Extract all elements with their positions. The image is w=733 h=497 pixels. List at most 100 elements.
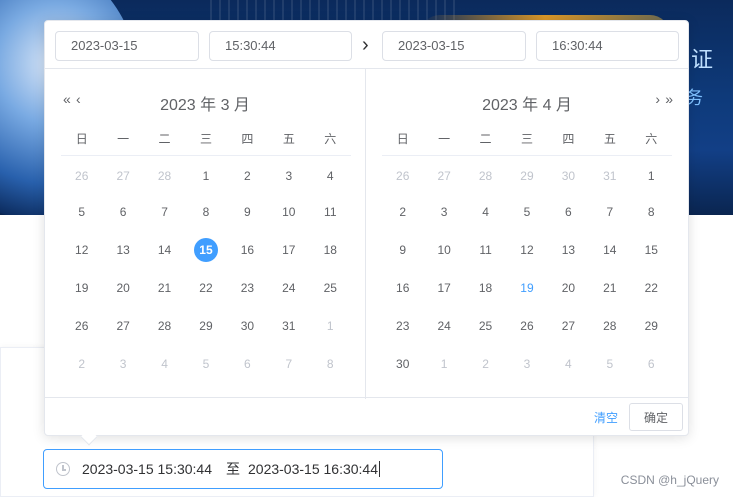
date-cell[interactable]: 26 <box>61 307 102 345</box>
date-cell[interactable]: 2 <box>382 193 423 231</box>
date-cell[interactable]: 10 <box>268 193 309 231</box>
date-cell[interactable]: 13 <box>548 231 589 269</box>
date-cell[interactable]: 5 <box>506 193 547 231</box>
date-cell[interactable]: 30 <box>382 345 423 383</box>
date-cell[interactable]: 11 <box>465 231 506 269</box>
date-label: 6 <box>647 357 655 371</box>
date-cell[interactable]: 24 <box>423 307 464 345</box>
date-cell[interactable]: 23 <box>382 307 423 345</box>
date-cell[interactable]: 14 <box>144 231 185 269</box>
date-cell-selected[interactable]: 15 <box>185 231 226 269</box>
date-cell[interactable]: 6 <box>227 345 268 383</box>
date-cell[interactable]: 2 <box>465 345 506 383</box>
date-cell[interactable]: 16 <box>227 231 268 269</box>
start-time-input[interactable]: 15:30:44 <box>209 31 352 61</box>
date-cell[interactable]: 16 <box>382 269 423 307</box>
clear-button[interactable]: 清空 <box>594 409 618 426</box>
range-end-value[interactable]: 2023-03-15 16:30:44 <box>248 461 378 477</box>
date-cell[interactable]: 4 <box>310 155 351 193</box>
date-cell[interactable]: 31 <box>268 307 309 345</box>
end-time-input[interactable]: 16:30:44 <box>536 31 679 61</box>
date-label: 18 <box>478 281 493 295</box>
date-cell[interactable]: 7 <box>144 193 185 231</box>
date-cell[interactable]: 8 <box>631 193 672 231</box>
date-cell[interactable]: 13 <box>102 231 143 269</box>
date-cell[interactable]: 27 <box>102 155 143 193</box>
date-cell[interactable]: 1 <box>310 307 351 345</box>
date-cell[interactable]: 4 <box>465 193 506 231</box>
date-cell[interactable]: 7 <box>589 193 630 231</box>
date-cell[interactable]: 29 <box>506 155 547 193</box>
weekday-header: 日一二三四五六 <box>61 123 351 156</box>
date-cell[interactable]: 6 <box>548 193 589 231</box>
date-cell[interactable]: 22 <box>631 269 672 307</box>
date-cell[interactable]: 9 <box>227 193 268 231</box>
datetime-range-input[interactable]: 2023-03-15 15:30:44 至 2023-03-15 16:30:4… <box>43 449 443 489</box>
date-cell[interactable]: 3 <box>423 193 464 231</box>
date-cell[interactable]: 7 <box>268 345 309 383</box>
date-cell[interactable]: 9 <box>382 231 423 269</box>
date-cell[interactable]: 4 <box>144 345 185 383</box>
date-cell[interactable]: 27 <box>548 307 589 345</box>
date-cell[interactable]: 29 <box>631 307 672 345</box>
date-cell[interactable]: 19 <box>61 269 102 307</box>
date-cell[interactable]: 20 <box>102 269 143 307</box>
date-cell[interactable]: 30 <box>227 307 268 345</box>
date-cell[interactable]: 30 <box>548 155 589 193</box>
date-cell[interactable]: 20 <box>548 269 589 307</box>
date-cell[interactable]: 1 <box>423 345 464 383</box>
date-cell[interactable]: 26 <box>61 155 102 193</box>
date-cell[interactable]: 28 <box>144 155 185 193</box>
date-cell[interactable]: 21 <box>144 269 185 307</box>
date-cell[interactable]: 17 <box>423 269 464 307</box>
date-cell[interactable]: 5 <box>589 345 630 383</box>
date-cell[interactable]: 29 <box>185 307 226 345</box>
date-cell[interactable]: 2 <box>227 155 268 193</box>
date-cell[interactable]: 25 <box>310 269 351 307</box>
date-cell[interactable]: 25 <box>465 307 506 345</box>
date-cell[interactable]: 1 <box>631 155 672 193</box>
week-row: 30 1 2 3 4 5 6 <box>382 345 672 383</box>
date-cell[interactable]: 8 <box>310 345 351 383</box>
date-cell[interactable]: 6 <box>631 345 672 383</box>
date-cell[interactable]: 24 <box>268 269 309 307</box>
date-cell[interactable]: 3 <box>506 345 547 383</box>
date-cell[interactable]: 12 <box>61 231 102 269</box>
start-date-input[interactable]: 2023-03-15 <box>55 31 199 61</box>
date-cell[interactable]: 22 <box>185 269 226 307</box>
date-cell[interactable]: 18 <box>465 269 506 307</box>
date-cell[interactable]: 23 <box>227 269 268 307</box>
date-cell[interactable]: 31 <box>589 155 630 193</box>
end-date-input[interactable]: 2023-03-15 <box>382 31 526 61</box>
date-cell[interactable]: 10 <box>423 231 464 269</box>
date-cell[interactable]: 6 <box>102 193 143 231</box>
date-cell[interactable]: 3 <box>268 155 309 193</box>
date-label: 12 <box>75 243 89 257</box>
date-cell[interactable]: 28 <box>589 307 630 345</box>
date-cell[interactable]: 11 <box>310 193 351 231</box>
date-cell[interactable]: 1 <box>185 155 226 193</box>
week-row: 16 17 18 19 20 21 22 <box>382 269 672 307</box>
date-cell[interactable]: 3 <box>102 345 143 383</box>
date-cell[interactable]: 14 <box>589 231 630 269</box>
date-cell[interactable]: 28 <box>465 155 506 193</box>
date-cell[interactable]: 4 <box>548 345 589 383</box>
date-cell[interactable]: 27 <box>423 155 464 193</box>
date-cell[interactable]: 5 <box>61 193 102 231</box>
date-cell-today[interactable]: 19 <box>506 269 547 307</box>
date-cell[interactable]: 27 <box>102 307 143 345</box>
date-cell[interactable]: 26 <box>506 307 547 345</box>
date-cell[interactable]: 21 <box>589 269 630 307</box>
date-cell[interactable]: 8 <box>185 193 226 231</box>
confirm-button[interactable]: 确定 <box>628 403 683 431</box>
date-cell[interactable]: 12 <box>506 231 547 269</box>
date-cell[interactable]: 15 <box>631 231 672 269</box>
date-label: 29 <box>520 169 534 184</box>
date-cell[interactable]: 2 <box>61 345 102 383</box>
date-cell[interactable]: 26 <box>382 155 423 193</box>
date-cell[interactable]: 17 <box>268 231 309 269</box>
date-cell[interactable]: 28 <box>144 307 185 345</box>
range-start-value[interactable]: 2023-03-15 15:30:44 <box>82 461 212 477</box>
date-cell[interactable]: 18 <box>310 231 351 269</box>
date-cell[interactable]: 5 <box>185 345 226 383</box>
